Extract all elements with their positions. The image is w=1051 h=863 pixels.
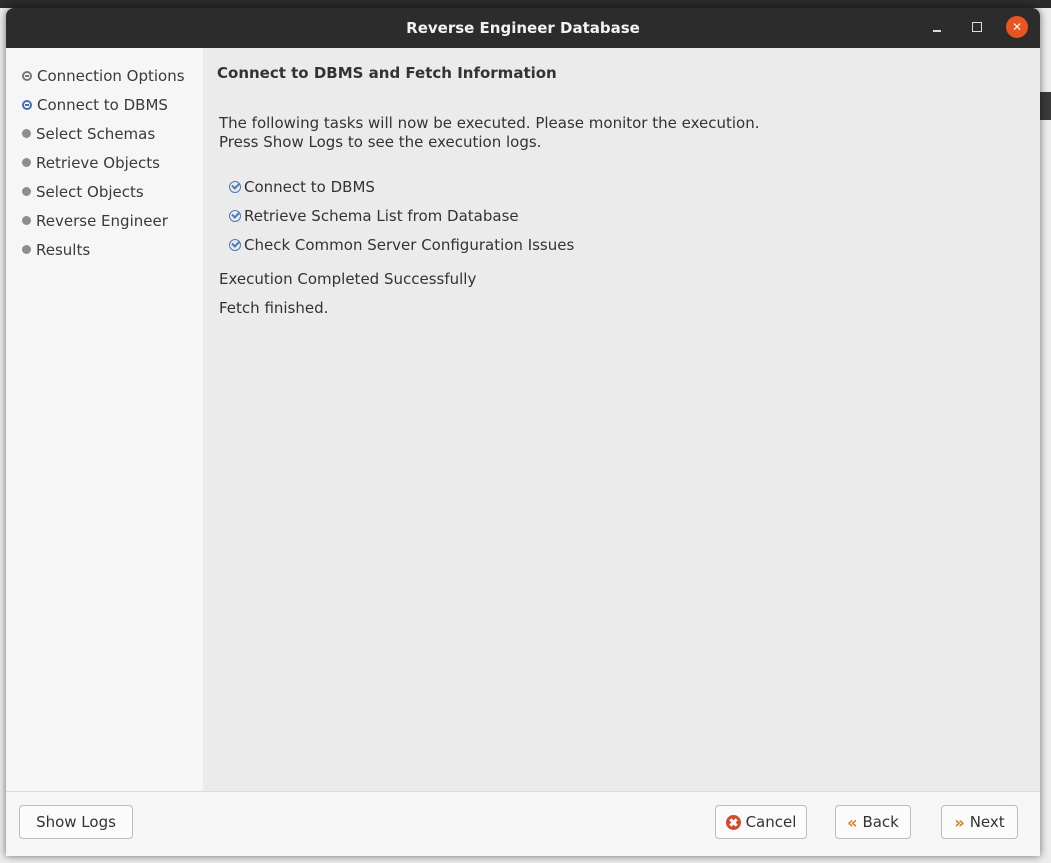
wizard-steps-list: Connection Options Connect to DBMS Selec… — [6, 48, 203, 264]
chevron-left-icon: « — [847, 812, 858, 832]
check-circle-icon — [229, 209, 241, 222]
step-label: Retrieve Objects — [36, 153, 160, 172]
wizard-step-select-objects: Select Objects — [22, 177, 203, 206]
task-item: Check Common Server Configuration Issues — [229, 230, 574, 259]
chevron-right-icon: » — [954, 812, 965, 832]
step-done-icon — [22, 70, 32, 81]
wizard-content-panel: Connect to DBMS and Fetch Information Th… — [203, 48, 1040, 791]
step-pending-icon — [22, 158, 31, 167]
title-bar: Reverse Engineer Database ✕ — [6, 8, 1040, 48]
step-pending-icon — [22, 129, 31, 138]
window-title: Reverse Engineer Database — [406, 19, 640, 37]
step-label: Select Schemas — [36, 124, 156, 143]
step-pending-icon — [22, 187, 31, 196]
check-circle-icon — [229, 180, 241, 193]
step-active-icon — [22, 99, 32, 110]
step-label: Select Objects — [36, 182, 144, 201]
page-title: Connect to DBMS and Fetch Information — [217, 64, 557, 82]
task-item: Retrieve Schema List from Database — [229, 201, 574, 230]
intro-line: Press Show Logs to see the execution log… — [219, 133, 542, 151]
back-button[interactable]: « Back — [835, 805, 911, 839]
wizard-step-reverse-engineer: Reverse Engineer — [22, 206, 203, 235]
cancel-label: Cancel — [745, 813, 797, 831]
background-top-bar — [0, 0, 1051, 8]
back-label: Back — [862, 813, 899, 831]
step-label: Connect to DBMS — [37, 95, 168, 114]
next-label: Next — [969, 813, 1005, 831]
reverse-engineer-dialog: Reverse Engineer Database ✕ Connection O… — [6, 8, 1040, 856]
task-item: Connect to DBMS — [229, 172, 574, 201]
intro-text: The following tasks will now be executed… — [219, 114, 759, 152]
wizard-step-connection-options: Connection Options — [22, 61, 203, 90]
wizard-step-connect-to-dbms: Connect to DBMS — [22, 90, 203, 119]
execution-status: Execution Completed Successfully — [219, 270, 477, 288]
wizard-step-select-schemas: Select Schemas — [22, 119, 203, 148]
wizard-step-retrieve-objects: Retrieve Objects — [22, 148, 203, 177]
step-label: Connection Options — [37, 66, 185, 85]
step-label: Reverse Engineer — [36, 211, 168, 230]
show-logs-button[interactable]: Show Logs — [19, 805, 133, 839]
wizard-step-results: Results — [22, 235, 203, 264]
window-controls: ✕ — [926, 16, 1028, 38]
task-label: Connect to DBMS — [244, 177, 375, 196]
cancel-button[interactable]: Cancel — [715, 805, 807, 839]
intro-line: The following tasks will now be executed… — [219, 114, 760, 132]
show-logs-label: Show Logs — [36, 813, 116, 831]
task-label: Retrieve Schema List from Database — [244, 206, 519, 225]
task-list: Connect to DBMS Retrieve Schema List fro… — [229, 172, 574, 259]
dialog-footer: Show Logs Cancel « Back » Next — [6, 791, 1040, 856]
step-pending-icon — [22, 216, 31, 225]
cancel-icon — [725, 814, 741, 830]
next-button[interactable]: » Next — [941, 805, 1018, 839]
background-toolbar-fragment — [1039, 92, 1051, 120]
fetch-status: Fetch finished. — [219, 299, 329, 317]
close-icon[interactable]: ✕ — [1006, 16, 1028, 38]
minimize-icon[interactable] — [926, 16, 948, 38]
step-label: Results — [36, 240, 91, 259]
wizard-steps-sidebar: Connection Options Connect to DBMS Selec… — [6, 48, 203, 791]
maximize-icon[interactable] — [966, 16, 988, 38]
step-pending-icon — [22, 245, 31, 254]
check-circle-icon — [229, 238, 241, 251]
task-label: Check Common Server Configuration Issues — [244, 235, 575, 254]
